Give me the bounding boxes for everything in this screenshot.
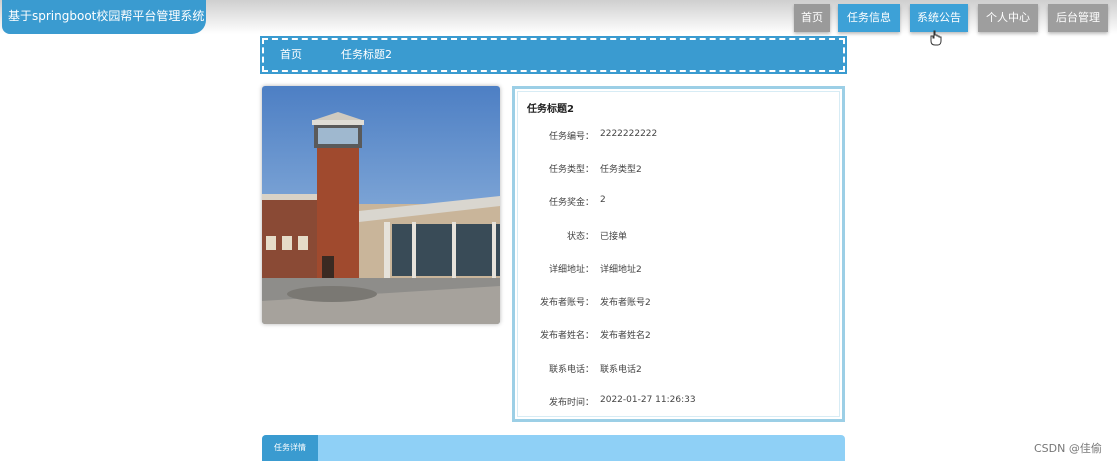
detail-row-phone: 联系电话： 联系电话2 xyxy=(518,362,838,376)
task-detail-inner: 任务标题2 任务编号： 2222222222 任务类型： 任务类型2 任务奖金：… xyxy=(517,91,840,417)
detail-label: 详细地址： xyxy=(548,265,594,275)
detail-row-task-type: 任务类型： 任务类型2 xyxy=(518,162,838,176)
nav-personal-center[interactable]: 个人中心 xyxy=(978,4,1038,32)
detail-value: 2022-01-27 11:26:33 xyxy=(600,395,696,405)
campus-building-image xyxy=(262,86,500,324)
nav-task-info[interactable]: 任务信息 xyxy=(838,4,900,32)
task-title: 任务标题2 xyxy=(527,104,574,115)
detail-label: 任务编号： xyxy=(548,132,594,142)
detail-value: 联系电话2 xyxy=(600,365,642,375)
breadcrumb: 首页 任务标题2 xyxy=(260,36,847,74)
detail-label: 任务类型： xyxy=(548,165,594,175)
detail-row-publish-time: 发布时间： 2022-01-27 11:26:33 xyxy=(518,395,838,409)
detail-value: 2 xyxy=(600,195,606,205)
task-image xyxy=(262,86,500,324)
detail-value: 任务类型2 xyxy=(600,165,642,175)
hand-cursor-icon xyxy=(930,30,942,46)
detail-value: 发布者姓名2 xyxy=(600,331,651,341)
detail-value: 发布者账号2 xyxy=(600,298,651,308)
nav-home[interactable]: 首页 xyxy=(794,4,830,32)
detail-label: 发布者账号： xyxy=(539,298,594,308)
detail-label: 状态： xyxy=(566,232,594,242)
breadcrumb-home[interactable]: 首页 xyxy=(280,40,302,70)
csdn-watermark: CSDN @佳偷 xyxy=(1034,442,1102,455)
nav-system-notice[interactable]: 系统公告 xyxy=(910,4,968,32)
detail-label: 发布者姓名： xyxy=(539,331,594,341)
tab-task-detail[interactable]: 任务详情 xyxy=(262,435,318,461)
task-detail-section: 任务详情 xyxy=(262,435,845,461)
detail-label: 任务奖金： xyxy=(548,198,594,208)
top-navbar: 基于springboot校园帮平台管理系统 首页 任务信息 系统公告 个人中心 … xyxy=(0,0,1117,34)
detail-value: 详细地址2 xyxy=(600,265,642,275)
detail-label: 发布时间： xyxy=(548,398,594,408)
detail-label: 联系电话： xyxy=(548,365,594,375)
site-brand[interactable]: 基于springboot校园帮平台管理系统 xyxy=(2,0,206,34)
detail-value: 2222222222 xyxy=(600,129,658,139)
detail-row-publisher-name: 发布者姓名： 发布者姓名2 xyxy=(518,328,838,342)
detail-row-task-number: 任务编号： 2222222222 xyxy=(518,129,838,143)
task-detail-panel: 任务标题2 任务编号： 2222222222 任务类型： 任务类型2 任务奖金：… xyxy=(512,86,845,422)
detail-row-task-reward: 任务奖金： 2 xyxy=(518,195,838,209)
nav-admin[interactable]: 后台管理 xyxy=(1048,4,1108,32)
detail-value: 已接单 xyxy=(600,232,628,242)
detail-row-status: 状态： 已接单 xyxy=(518,229,838,243)
detail-row-address: 详细地址： 详细地址2 xyxy=(518,262,838,276)
detail-row-publisher-account: 发布者账号： 发布者账号2 xyxy=(518,295,838,309)
breadcrumb-current: 任务标题2 xyxy=(341,48,392,61)
